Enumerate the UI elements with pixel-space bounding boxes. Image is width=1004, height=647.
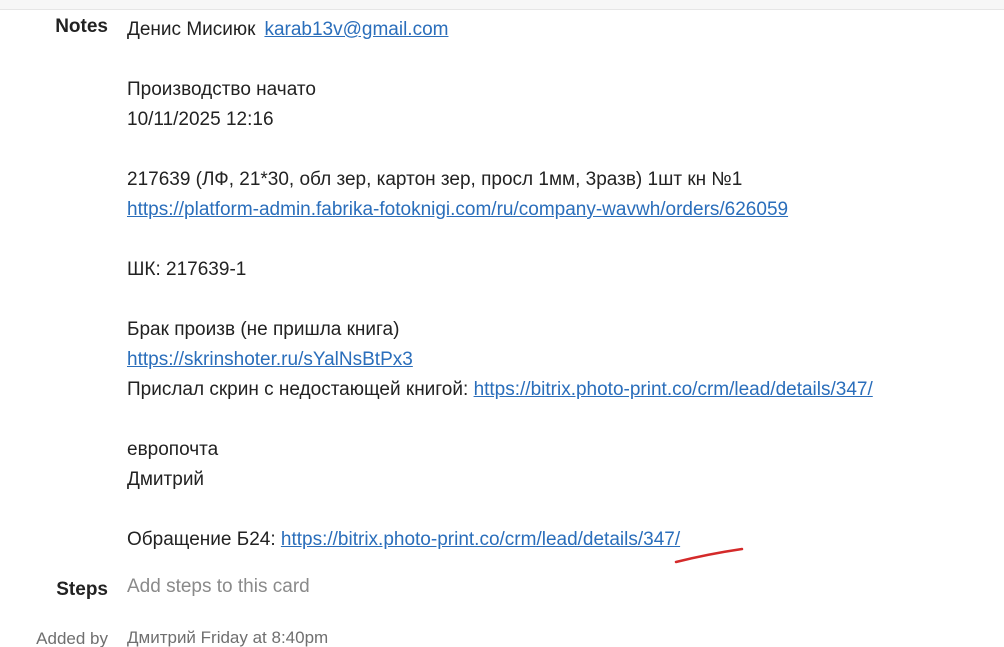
production-status: Производство начато: [127, 79, 316, 100]
author-email-link[interactable]: karab13v@gmail.com: [264, 19, 448, 40]
notes-content[interactable]: Денис Мисиюк karab13v@gmail.com Производс…: [127, 15, 987, 555]
top-divider: [0, 0, 1004, 10]
notes-author-line: Денис Мисиюк karab13v@gmail.com: [127, 15, 987, 45]
card-details-panel: Notes Денис Мисиюк karab13v@gmail.com Про…: [0, 0, 1004, 647]
sent-screen-label: Прислал скрин с недостающей книгой:: [127, 379, 469, 400]
added-by-value: Дмитрий Friday at 8:40pm: [127, 628, 329, 647]
order-link[interactable]: https://platform-admin.fabrika-fotoknigi…: [127, 199, 788, 220]
sent-screen-link[interactable]: https://bitrix.photo-print.co/crm/lead/d…: [474, 379, 873, 400]
screenshot-link[interactable]: https://skrinshoter.ru/sYalNsBtPx3: [127, 349, 413, 370]
add-steps-input[interactable]: Add steps to this card: [127, 576, 310, 598]
notes-author-name: Денис Мисиюк: [127, 19, 256, 40]
added-by-label: Added by: [36, 629, 108, 647]
person-text: Дмитрий: [127, 469, 205, 490]
production-datetime: 10/11/2025 12:16: [127, 109, 274, 130]
request-link[interactable]: https://bitrix.photo-print.co/crm/lead/d…: [281, 529, 680, 550]
request-line: Обращение Б24: https://bitrix.photo-prin…: [127, 525, 987, 555]
sent-screen-line: Прислал скрин с недостающей книгой: http…: [127, 375, 987, 405]
defect-text: Брак произв (не пришла книга): [127, 319, 400, 340]
delivery-text: европочта: [127, 439, 219, 460]
notes-label: Notes: [55, 16, 108, 37]
request-label: Обращение Б24:: [127, 529, 276, 550]
steps-label: Steps: [56, 579, 108, 600]
red-underline-annotation: [674, 547, 744, 564]
order-description: 217639 (ЛФ, 21*30, обл зер, картон зер, …: [127, 169, 743, 190]
barcode-text: ШК: 217639-1: [127, 259, 247, 280]
